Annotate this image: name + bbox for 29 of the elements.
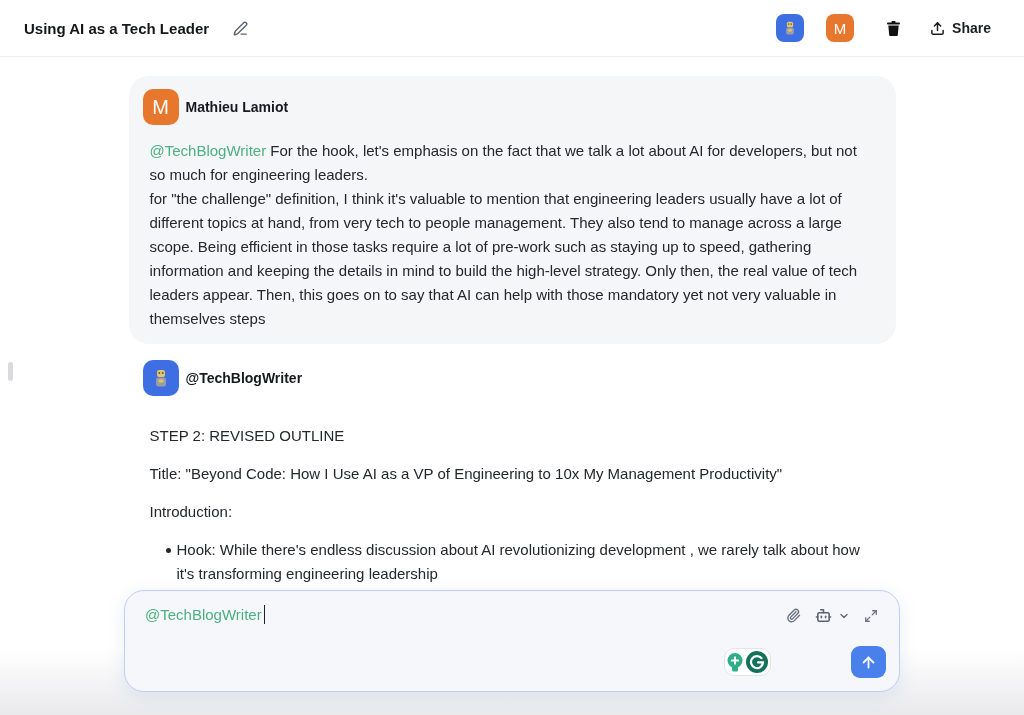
- user-avatar: M: [142, 89, 179, 125]
- message-text: for "the challenge" definition, I think it's valuable to mention that engineering leaders usually have a lot of different topics at hand, from very tech to people management. They also tend to manage across a large scope. Being efficient in those tasks require a lot of pre-work such as staying up to speed, gathering information and keeping the details in mind to build the high-level strategy. Only then, the real value of tech leaders appear. Then, this goes on to say that AI can help with those mandatory yet not very valuable in themselves steps: [149, 189, 859, 329]
- bullet-icon: [165, 548, 171, 553]
- message-text: @TechBlogWriter For the hook, let's emphasis on the fact that we talk a lot about AI for developers, but not so much for engineering leaders.: [149, 141, 858, 185]
- expand-icon[interactable]: [864, 608, 878, 623]
- robot-icon[interactable]: [815, 607, 832, 624]
- lightbulb-icon[interactable]: [727, 652, 743, 672]
- message-input[interactable]: @TechBlogWriter: [145, 603, 786, 639]
- g-logo-icon[interactable]: [746, 651, 768, 673]
- trash-icon[interactable]: [887, 20, 901, 36]
- pencil-icon[interactable]: [233, 20, 249, 36]
- paperclip-icon[interactable]: [786, 608, 801, 623]
- share-button[interactable]: Share: [922, 14, 999, 42]
- message-text: Title: "Beyond Code: How I Use AI as a VP of Engineering to 10x My Management Productivity": [149, 464, 784, 484]
- extension-widget[interactable]: [724, 648, 771, 676]
- text-caret-icon: [263, 605, 266, 624]
- message-text: Introduction:: [149, 502, 234, 522]
- message-text: STEP 2: REVISED OUTLINE: [149, 426, 346, 446]
- robot-avatar-icon[interactable]: [776, 14, 805, 42]
- user-avatar[interactable]: M: [826, 14, 855, 42]
- author-name: @TechBlogWriter: [185, 370, 303, 386]
- mention-link[interactable]: @TechBlogWriter: [149, 142, 267, 159]
- robot-avatar-icon: [142, 360, 179, 396]
- send-button[interactable]: [851, 646, 886, 678]
- author-name: Mathieu Lamiot: [185, 99, 289, 115]
- message-text: Hook: While there's endless discussion about AI revolutionizing development , we rarely talk about how it's transforming engineering leadership: [176, 540, 861, 584]
- resize-handle[interactable]: [8, 362, 13, 381]
- chat-title: Using AI as a Tech Leader: [24, 19, 210, 37]
- upload-icon: [930, 20, 946, 36]
